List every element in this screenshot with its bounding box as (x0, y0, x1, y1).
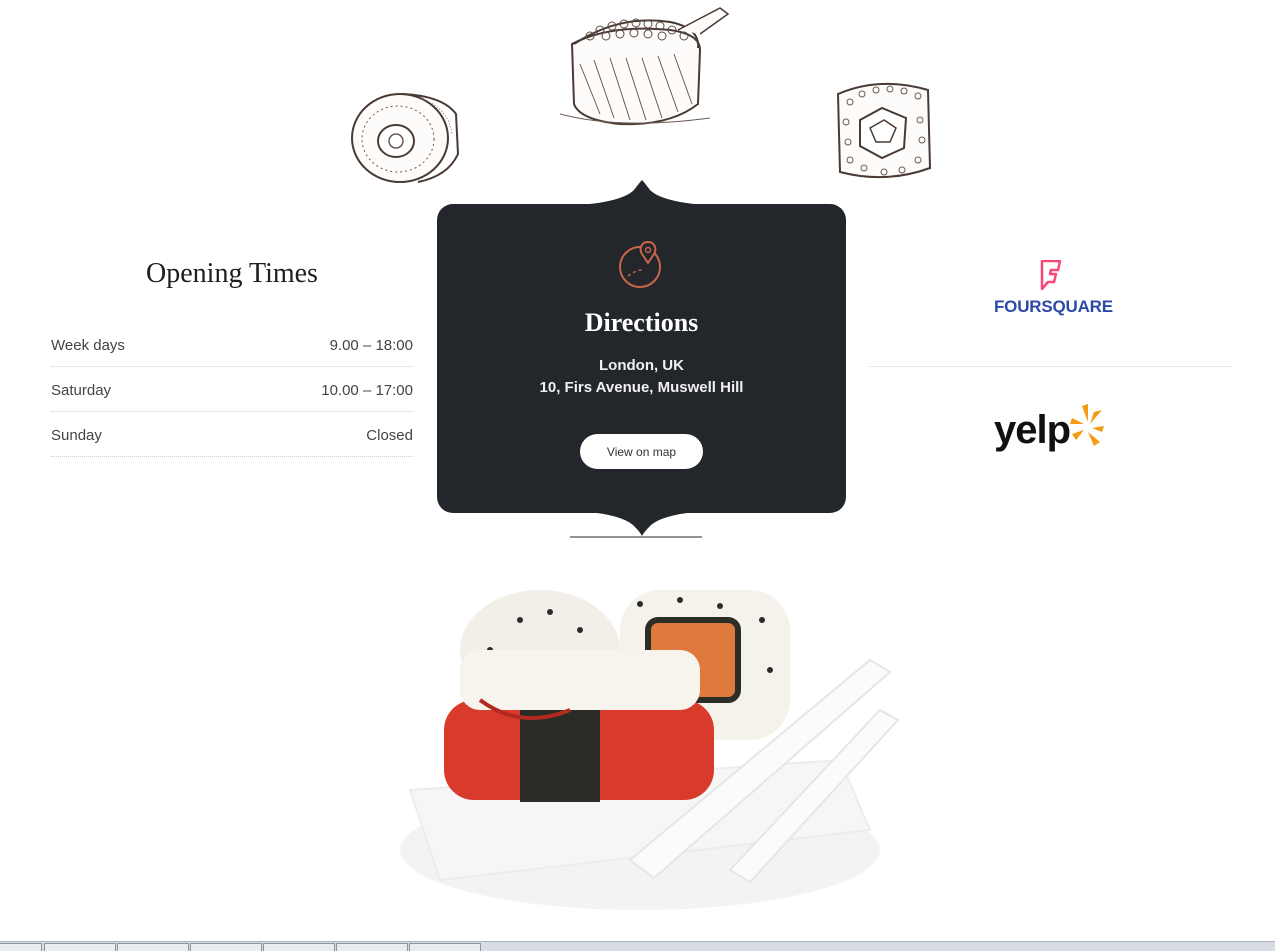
hours-day: Week days (51, 336, 125, 354)
hours-row-sunday: Sunday Closed (51, 412, 413, 457)
directions-title: Directions (584, 308, 699, 337)
map-pin-icon (618, 240, 666, 295)
hours-time: Closed (366, 426, 413, 444)
hours-day: Sunday (51, 426, 102, 444)
directions-address: 10, Firs Avenue, Muswell Hill (539, 379, 744, 396)
directions-card: Directions London, UK 10, Firs Avenue, M… (437, 204, 846, 513)
hours-row-saturday: Saturday 10.00 – 17:00 (51, 367, 413, 412)
yelp-burst-icon (1068, 402, 1108, 457)
yelp-logo[interactable]: yelp (994, 402, 1112, 458)
opening-times-title: Opening Times (146, 258, 318, 289)
hours-time: 10.00 – 17:00 (321, 381, 413, 399)
foursquare-icon (1039, 259, 1063, 294)
hours-time: 9.00 – 18:00 (329, 336, 413, 354)
directions-city: London, UK (599, 357, 684, 374)
view-on-map-button[interactable]: View on map (580, 434, 703, 469)
sushi-roll-sketch-right (830, 72, 936, 186)
yelp-wordmark: yelp (994, 408, 1071, 452)
foursquare-wordmark: FOURSQUARE (994, 297, 1113, 316)
opening-times-section: Opening Times Week days 9.00 – 18:00 Sat… (51, 258, 413, 457)
hours-day: Saturday (51, 381, 112, 399)
hours-row-weekdays: Week days 9.00 – 18:00 (51, 322, 413, 367)
sushi-roll-sketch-left (348, 84, 462, 186)
card-notch-bottom (560, 510, 724, 543)
foursquare-logo[interactable]: FOURSQUARE (994, 259, 1113, 317)
logos-divider (869, 366, 1231, 367)
sushi-photo (370, 560, 930, 940)
gunkan-sushi-sketch-center (560, 4, 732, 130)
